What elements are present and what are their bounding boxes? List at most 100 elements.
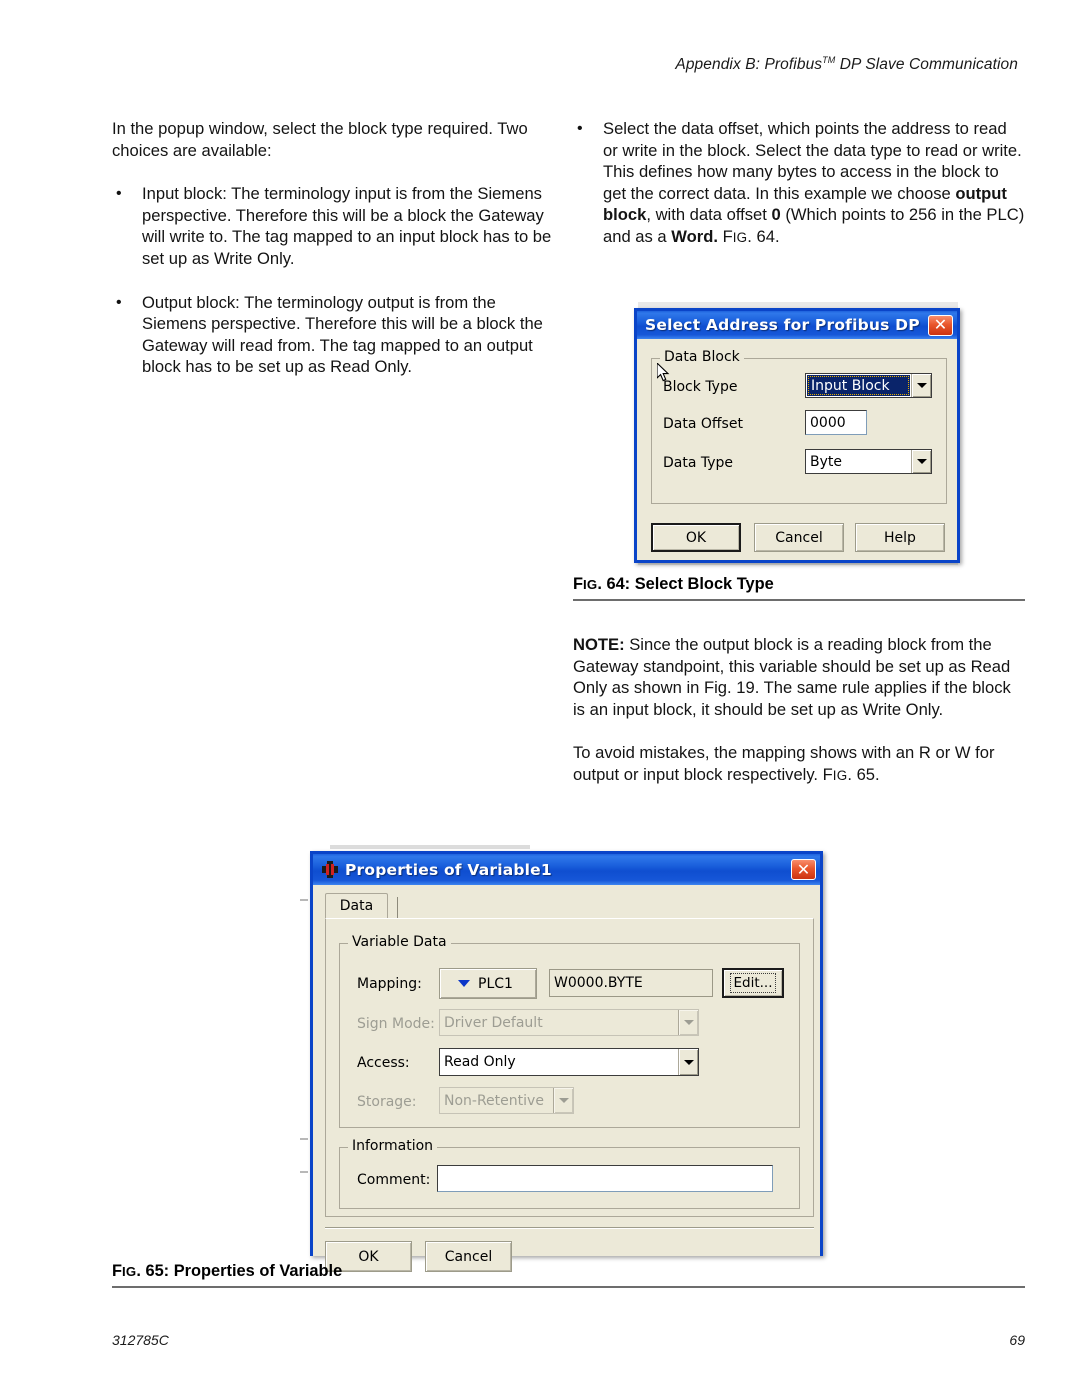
- storage-label: Storage:: [357, 1094, 417, 1110]
- button-row-separator: [325, 1227, 814, 1229]
- data-offset-value: 0000: [810, 414, 846, 431]
- fig-ref-number: . 65.: [847, 764, 880, 784]
- figure-64-rule: [573, 599, 1025, 601]
- fig-ref-smallcaps: IG: [732, 229, 748, 245]
- chevron-down-icon[interactable]: [911, 374, 931, 397]
- avoid-mistakes-text: To avoid mistakes, the mapping shows wit…: [573, 743, 995, 784]
- fig-ref-cap: F: [822, 764, 833, 784]
- chevron-down-icon: [553, 1088, 573, 1113]
- page-number: 69: [1009, 1332, 1025, 1348]
- fig-ref-64: FIG. 64.: [723, 227, 780, 246]
- edit-button-label: Edit...: [730, 973, 776, 993]
- mapping-address-value: W0000.BYTE: [554, 975, 643, 991]
- fig64-cap-ig: IG: [583, 577, 598, 592]
- bullet-marker: •: [577, 120, 583, 137]
- select-address-dialog: Select Address for Profibus DP ✕ Data Bl…: [634, 308, 960, 563]
- avoid-mistakes-paragraph: To avoid mistakes, the mapping shows wit…: [573, 742, 1025, 786]
- triangle-down-icon: [458, 980, 470, 987]
- figure-64-caption-block: FIG. 64: Select Block Type: [573, 575, 1025, 601]
- note-text: Since the output block is a reading bloc…: [573, 635, 1011, 719]
- bullet-part-2: , with data offset: [646, 205, 772, 225]
- bullet-bold-zero: 0: [771, 205, 781, 225]
- data-type-combobox[interactable]: Byte: [805, 449, 932, 474]
- properties-of-variable-dialog: Properties of Variable1 ✕ Data Variable …: [310, 851, 823, 1272]
- data-block-group-label: Data Block: [660, 349, 744, 365]
- access-combobox[interactable]: Read Only: [439, 1048, 699, 1076]
- mapping-label: Mapping:: [357, 976, 422, 992]
- fig-ref-cap: F: [722, 226, 733, 246]
- data-type-value: Byte: [810, 453, 842, 470]
- block-type-combobox[interactable]: Input Block: [805, 373, 932, 398]
- mapping-source-button[interactable]: PLC1: [439, 968, 537, 999]
- variable-properties-icon: [321, 861, 339, 878]
- background-window-artifact-left-2: [300, 1138, 308, 1140]
- ok-button[interactable]: OK: [651, 523, 741, 552]
- tab-divider: [397, 897, 398, 918]
- tab-data-label: Data: [339, 898, 374, 914]
- select-address-titlebar[interactable]: Select Address for Profibus DP ✕: [637, 311, 957, 339]
- bullet-marker: •: [116, 293, 122, 311]
- block-type-label: Block Type: [663, 379, 738, 395]
- bullet-output-block: • Output block: The terminology output i…: [112, 292, 554, 378]
- close-icon[interactable]: ✕: [791, 859, 816, 880]
- fig-ref-smallcaps: IG: [832, 767, 848, 783]
- sign-mode-value: Driver Default: [444, 1014, 543, 1031]
- chevron-down-icon[interactable]: [911, 450, 931, 473]
- storage-value: Non-Retentive: [444, 1092, 544, 1109]
- figure-65-caption: FIG. 65: Properties of Variable: [112, 1262, 1025, 1286]
- ok-button-label: OK: [685, 529, 707, 546]
- fig65-cap-ig: IG: [122, 1264, 137, 1279]
- figure-64-caption: FIG. 64: Select Block Type: [573, 575, 1025, 599]
- background-window-artifact-top: [330, 845, 530, 849]
- access-label: Access:: [357, 1055, 410, 1071]
- storage-combobox: Non-Retentive: [439, 1087, 574, 1114]
- sign-mode-label: Sign Mode:: [357, 1016, 435, 1032]
- fig-ref-number: . 64.: [747, 226, 780, 246]
- trademark-symbol: TM: [822, 55, 836, 65]
- fig64-cap-text: . 64: Select Block Type: [597, 575, 774, 593]
- bullet-text: Select the data offset, which points the…: [603, 118, 1025, 249]
- right-column: • Select the data offset, which points t…: [573, 118, 1025, 271]
- page-header-text: Appendix B: Profibus: [675, 56, 823, 74]
- page-header-text-rest: DP Slave Communication: [835, 56, 1018, 74]
- cancel-button[interactable]: Cancel: [754, 523, 844, 552]
- tab-data[interactable]: Data: [325, 893, 388, 919]
- bullet-text: Output block: The terminology output is …: [142, 292, 543, 377]
- data-type-label: Data Type: [663, 455, 734, 471]
- fig-ref-65: FIG. 65.: [823, 765, 880, 784]
- fig64-cap-f: F: [573, 575, 584, 593]
- select-address-title: Select Address for Profibus DP: [645, 316, 920, 334]
- note-label: NOTE:: [573, 635, 625, 654]
- sign-mode-combobox: Driver Default: [439, 1009, 699, 1036]
- properties-title: Properties of Variable1: [345, 860, 552, 879]
- fig65-cap-text: . 65: Properties of Variable: [136, 1262, 343, 1280]
- document-number: 312785C: [112, 1332, 169, 1348]
- intro-paragraph: In the popup window, select the block ty…: [112, 119, 528, 160]
- background-window-artifact-left-1: [300, 899, 308, 901]
- note-paragraph: NOTE: Since the output block is a readin…: [573, 634, 1025, 720]
- select-address-body: Data Block Block Type Input Block Data O…: [637, 339, 957, 560]
- properties-body: Data Variable Data Mapping: PLC1 W0000.B…: [313, 885, 820, 1272]
- data-offset-label: Data Offset: [663, 416, 743, 432]
- close-icon[interactable]: ✕: [928, 314, 953, 336]
- figure-65-caption-block: FIG. 65: Properties of Variable: [112, 1262, 1025, 1288]
- chevron-down-icon: [678, 1010, 698, 1035]
- properties-titlebar[interactable]: Properties of Variable1 ✕: [313, 854, 820, 885]
- bullet-text: Input block: The terminology input is fr…: [142, 184, 552, 268]
- page-footer: 312785C 69: [112, 1332, 1025, 1348]
- chevron-down-icon[interactable]: [678, 1049, 698, 1075]
- data-offset-input[interactable]: 0000: [805, 410, 867, 435]
- figure-65-rule: [112, 1286, 1025, 1288]
- mapping-address-field[interactable]: W0000.BYTE: [549, 969, 713, 997]
- bullet-bold-word: Word.: [671, 226, 718, 246]
- bullet-marker: •: [116, 185, 122, 203]
- bullet-input-block: • Input block: The terminology input is …: [112, 183, 554, 269]
- comment-input[interactable]: [437, 1165, 773, 1192]
- comment-label: Comment:: [357, 1172, 431, 1188]
- help-button[interactable]: Help: [855, 523, 945, 552]
- bullet-data-offset: • Select the data offset, which points t…: [573, 118, 1025, 249]
- note-block: NOTE: Since the output block is a readin…: [573, 634, 1025, 809]
- left-column: In the popup window, select the block ty…: [112, 118, 554, 400]
- edit-button[interactable]: Edit...: [722, 968, 784, 998]
- variable-data-group-label: Variable Data: [348, 934, 451, 950]
